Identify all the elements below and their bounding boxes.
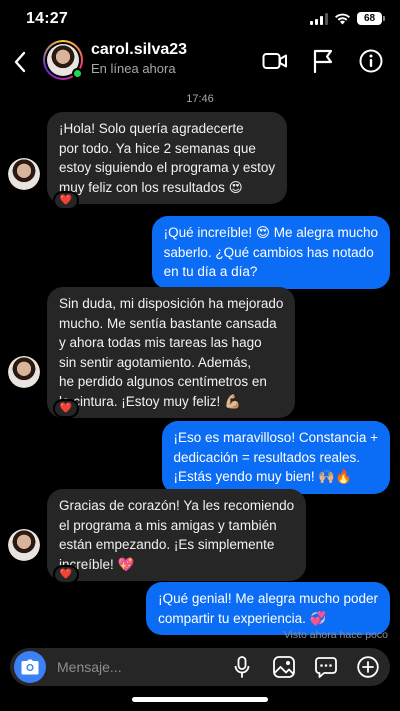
back-button[interactable] xyxy=(8,48,32,76)
profile-photo xyxy=(8,356,40,388)
message-line: ¡Qué increíble! 😍 Me alegra mucho xyxy=(163,225,378,240)
sender-avatar[interactable] xyxy=(8,356,40,388)
wifi-icon xyxy=(335,13,350,24)
status-time: 14:27 xyxy=(26,10,68,27)
message-incoming[interactable]: ¡Hola! Solo quería agradecerte por todo.… xyxy=(47,112,288,204)
gallery-button[interactable] xyxy=(272,655,296,679)
signal-icon xyxy=(310,12,328,25)
message-outgoing[interactable]: ¡Qué increíble! 😍 Me alegra mucho saberl… xyxy=(151,216,390,289)
home-indicator[interactable] xyxy=(132,697,268,702)
thread-timestamp: 17:46 xyxy=(186,93,214,105)
message-line: y ahora todas mis tareas las hago xyxy=(59,335,262,350)
video-call-button[interactable] xyxy=(262,48,288,74)
voice-message-button[interactable] xyxy=(230,655,254,679)
message-line: Sin duda, mi disposición ha mejorado xyxy=(59,296,284,311)
message-line: saberlo. ¿Qué cambios has notado xyxy=(163,244,374,260)
battery-indicator: 68 xyxy=(357,12,385,25)
message-line: ¡Qué genial! Me alegra mucho poder xyxy=(158,591,378,606)
message-line: estoy siguiendo el programa y estoy xyxy=(59,160,276,175)
message-line: sin sentir agotamiento. Además, xyxy=(59,354,252,370)
flag-icon xyxy=(313,49,333,73)
report-button[interactable] xyxy=(310,48,336,74)
profile-photo xyxy=(8,158,40,190)
message-line: ¡Eso es maravilloso! Constancia + xyxy=(173,430,378,445)
message-incoming[interactable]: Gracias de corazón! Ya les recomiendo el… xyxy=(47,489,307,581)
profile-photo xyxy=(8,529,40,561)
message-line: mucho. Me sentía bastante cansada xyxy=(59,315,277,331)
status-bar: 14:27 68 xyxy=(0,0,400,40)
message-outgoing[interactable]: ¡Qué genial! Me alegra mucho poder compa… xyxy=(146,582,390,635)
seen-receipt: Visto ahora hace poco xyxy=(283,629,388,641)
online-indicator xyxy=(72,68,83,79)
info-button[interactable] xyxy=(358,48,384,74)
message-input[interactable]: Mensaje... xyxy=(57,659,122,675)
status-icons: 68 xyxy=(310,12,385,25)
message-line: compartir tu experiencia. 💞 xyxy=(158,610,327,626)
message-line: Gracias de corazón! Ya les recomiendo xyxy=(59,498,295,513)
message-line: increíble! 💖 xyxy=(59,556,135,572)
contact-status: En línea ahora xyxy=(91,61,176,76)
heart-reaction[interactable]: ❤️ xyxy=(53,565,79,584)
heart-reaction[interactable]: ❤️ xyxy=(53,191,79,210)
sender-avatar[interactable] xyxy=(8,529,40,561)
camera-button[interactable] xyxy=(14,651,46,683)
message-line: dedicación = resultados reales. xyxy=(173,449,361,465)
composer-actions xyxy=(230,655,380,679)
image-icon xyxy=(273,656,295,678)
message-outgoing[interactable]: ¡Eso es maravilloso! Constancia + dedica… xyxy=(161,421,390,494)
message-thread[interactable]: 17:46 ¡Hola! Solo quería agradecerte por… xyxy=(0,84,400,644)
chat-header: carol.silva23 En línea ahora xyxy=(0,40,400,84)
chat-bubble-icon xyxy=(315,657,337,678)
message-incoming[interactable]: Sin duda, mi disposición ha mejorado muc… xyxy=(47,287,296,418)
chevron-left-icon xyxy=(14,51,26,73)
message-line: ¡Estás yendo muy bien! 🙌🏼🔥 xyxy=(173,469,352,484)
sticker-button[interactable] xyxy=(314,655,338,679)
contact-username[interactable]: carol.silva23 xyxy=(91,41,187,59)
message-line: están empezando. ¡Es simplemente xyxy=(59,537,275,552)
heart-reaction[interactable]: ❤️ xyxy=(53,399,79,418)
message-line: he perdido algunos centímetros en xyxy=(59,374,267,389)
info-icon xyxy=(359,49,383,73)
microphone-icon xyxy=(234,656,250,678)
plus-circle-icon xyxy=(357,656,379,678)
message-line: el programa a mis amigas y también xyxy=(59,517,277,533)
camera-icon xyxy=(21,659,39,675)
message-line: en tu día a día? xyxy=(163,264,258,279)
video-camera-icon xyxy=(262,53,287,69)
message-line: ¡Hola! Solo quería agradecerte xyxy=(59,121,244,136)
header-actions xyxy=(262,48,384,74)
message-composer: Mensaje... xyxy=(10,648,390,686)
sender-avatar[interactable] xyxy=(8,158,40,190)
message-line: la cintura. ¡Estoy muy feliz! 💪🏼 xyxy=(59,393,241,409)
add-button[interactable] xyxy=(356,655,380,679)
message-line: por todo. Ya hice 2 semanas que xyxy=(59,140,256,156)
message-line: muy feliz con los resultados 😍 xyxy=(59,179,243,195)
